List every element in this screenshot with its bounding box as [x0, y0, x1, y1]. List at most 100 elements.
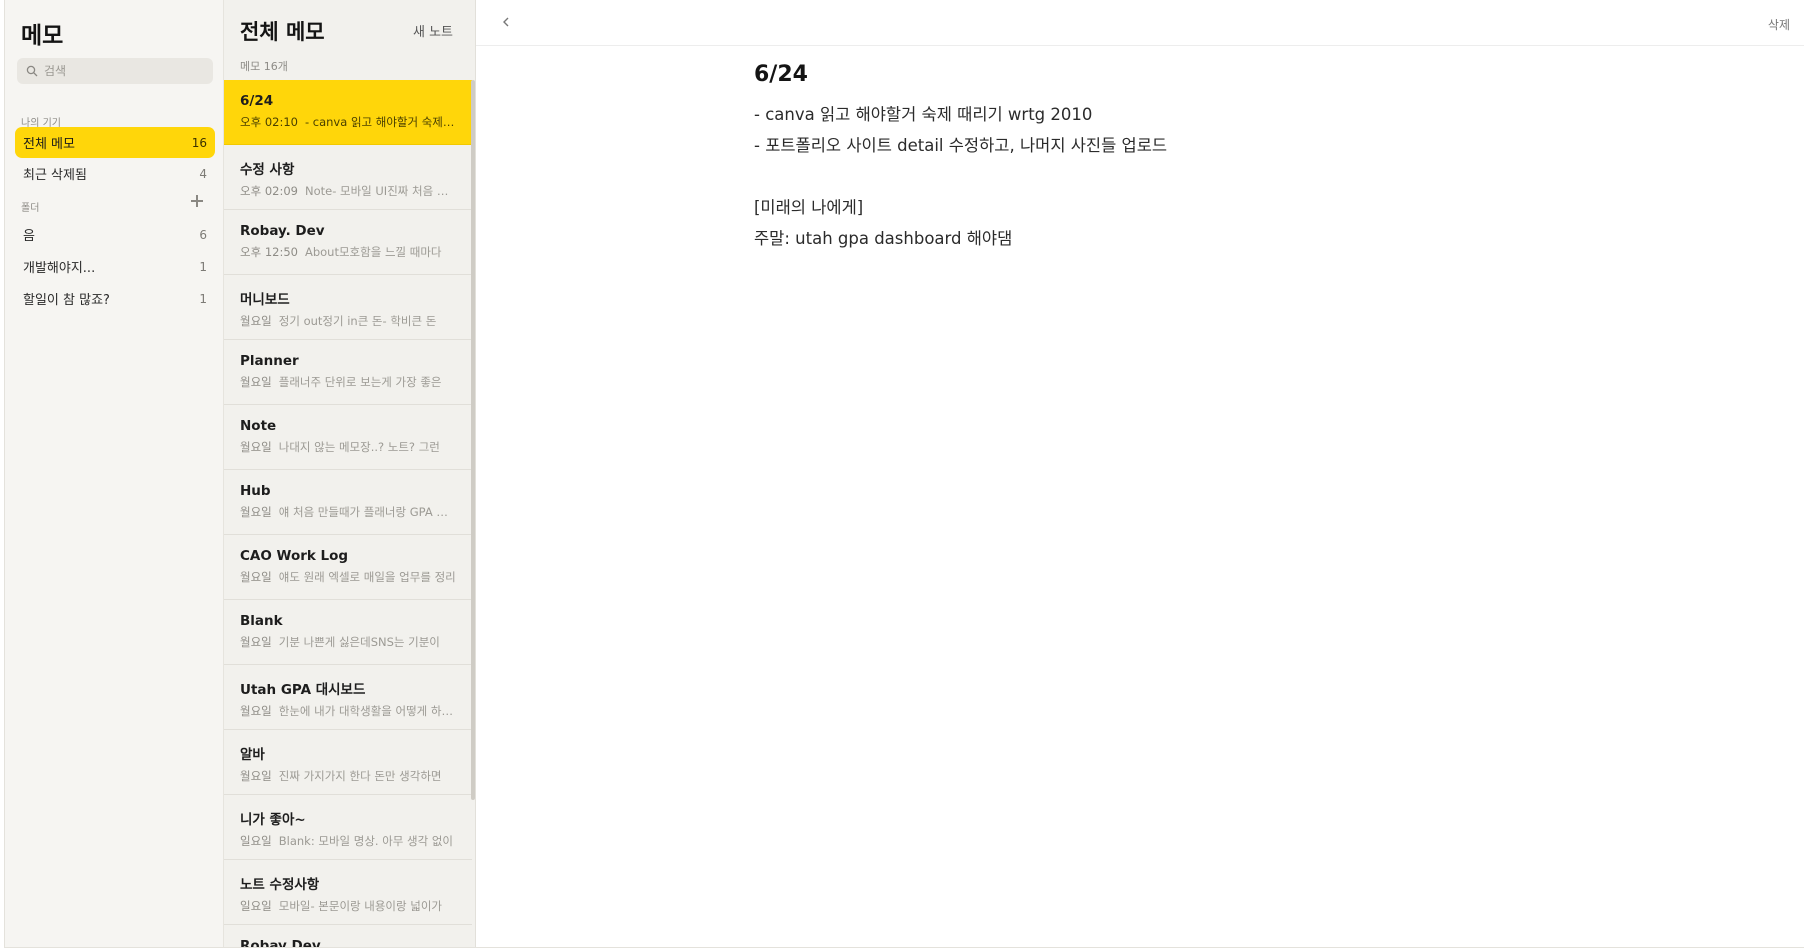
- note-meta: 월요일 진짜 가지가지 한다 돈만 생각하면: [240, 768, 456, 784]
- note-title: Blank: [240, 613, 283, 629]
- note-title: CAO Work Log: [240, 548, 349, 564]
- note-title: Hub: [240, 483, 271, 499]
- folder-count: 6: [199, 227, 207, 242]
- note-list-item[interactable]: 머니보드 월요일 정기 out정기 in큰 돈- 학비큰 돈: [224, 275, 472, 340]
- note-title: 알바: [240, 747, 265, 763]
- note-date: 월요일: [240, 440, 272, 454]
- note-date: 월요일: [240, 505, 272, 519]
- note-date: 월요일: [240, 704, 272, 718]
- sidebar-item-recently-deleted[interactable]: 최근 삭제됨 4: [15, 158, 215, 189]
- note-meta: 월요일 얘도 원래 엑셀로 매일을 업무를 정리: [240, 569, 456, 585]
- note-editor: 삭제 6/24 - canva 읽고 해야할거 숙제 때리기 wrtg 2010…: [476, 0, 1804, 947]
- note-body-line[interactable]: 주말: utah gpa dashboard 해야댐: [754, 223, 1167, 254]
- note-list-title: 전체 메모: [240, 20, 325, 44]
- delete-button[interactable]: 삭제: [1768, 16, 1790, 33]
- note-title: 노트 수정사항: [240, 877, 320, 893]
- sidebar-folder-item[interactable]: 음 6: [15, 219, 215, 250]
- note-title: 6/24: [240, 93, 274, 109]
- note-meta: 일요일 모바일- 본문이랑 내용이랑 넓이가: [240, 898, 456, 914]
- note-body-line[interactable]: [754, 161, 1167, 192]
- note-meta: 월요일 나대지 않는 메모장..? 노트? 그런: [240, 439, 456, 455]
- note-list-item[interactable]: Hub 월요일 얘 처음 만들때가 플래너랑 GPA 대시: [224, 470, 472, 535]
- note-date: 오후 02:10: [240, 115, 298, 129]
- note-preview: 정기 out정기 in큰 돈- 학비큰 돈: [278, 314, 437, 328]
- note-preview: 얘 처음 만들때가 플래너랑 GPA 대시: [278, 505, 456, 519]
- sidebar-title: 메모: [21, 23, 64, 49]
- note-list-item[interactable]: Utah GPA 대시보드 월요일 한눈에 내가 대학생활을 어떻게 하는지: [224, 665, 472, 730]
- back-chevron-icon[interactable]: [498, 14, 514, 30]
- note-list-item[interactable]: Robay. Dev 오후 12:50 About모호함을 느낄 때마다: [224, 210, 472, 275]
- note-meta: 오후 02:09 Note- 모바일 UI진짜 처음 보는: [240, 183, 456, 199]
- note-list-panel: 전체 메모 새 노트 메모 16개 6/24 오후 02:10 - canva 읽…: [224, 0, 476, 947]
- sidebar-item-all-notes[interactable]: 전체 메모 16: [15, 127, 215, 158]
- note-body-line[interactable]: - 포트폴리오 사이트 detail 수정하고, 나머지 사진들 업로드: [754, 130, 1167, 161]
- note-title: Planner: [240, 353, 299, 369]
- search-input[interactable]: [44, 64, 204, 78]
- note-preview: Blank: 모바일 명상. 아무 생각 없이: [278, 834, 454, 848]
- note-title: 니가 좋아~: [240, 812, 306, 828]
- note-preview: - canva 읽고 해야할거 숙제 때리기 wrtg 2010: [304, 115, 456, 129]
- note-meta: 월요일 기분 나쁜게 싫은데SNS는 기분이: [240, 634, 456, 650]
- note-meta: 월요일 한눈에 내가 대학생활을 어떻게 하는지: [240, 703, 456, 719]
- note-list-item[interactable]: 알바 월요일 진짜 가지가지 한다 돈만 생각하면: [224, 730, 472, 795]
- note-list-item[interactable]: 니가 좋아~ 일요일 Blank: 모바일 명상. 아무 생각 없이: [224, 795, 472, 860]
- sidebar-item-count: 4: [199, 166, 207, 181]
- note-title: Robay Dev: [240, 938, 321, 947]
- note-meta: 오후 12:50 About모호함을 느낄 때마다: [240, 244, 456, 260]
- note-list: 6/24 오후 02:10 - canva 읽고 해야할거 숙제 때리기 wrtg…: [224, 80, 472, 947]
- folder-count: 1: [199, 259, 207, 274]
- sidebar: 메모 나의 기기 전체 메모 16 최근 삭제됨 4 폴더 음 6 개발해야지.…: [5, 0, 224, 947]
- note-title: Note: [240, 418, 277, 434]
- note-list-item[interactable]: CAO Work Log 월요일 얘도 원래 엑셀로 매일을 업무를 정리: [224, 535, 472, 600]
- note-title: Utah GPA 대시보드: [240, 682, 366, 698]
- note-preview: 진짜 가지가지 한다 돈만 생각하면: [278, 769, 442, 783]
- note-preview: About모호함을 느낄 때마다: [304, 245, 442, 259]
- note-meta: 일요일 Blank: 모바일 명상. 아무 생각 없이: [240, 833, 456, 849]
- note-count: 메모 16개: [240, 60, 288, 73]
- note-list-item[interactable]: 6/24 오후 02:10 - canva 읽고 해야할거 숙제 때리기 wrtg…: [224, 80, 472, 145]
- note-list-item[interactable]: 노트 수정사항 일요일 모바일- 본문이랑 내용이랑 넓이가: [224, 860, 472, 925]
- note-date: 월요일: [240, 375, 272, 389]
- note-meta: 월요일 얘 처음 만들때가 플래너랑 GPA 대시: [240, 504, 456, 520]
- note-preview: 나대지 않는 메모장..? 노트? 그런: [278, 440, 440, 454]
- sidebar-item-label: 최근 삭제됨: [23, 168, 87, 183]
- note-title: 머니보드: [240, 292, 290, 308]
- note-date: 오후 12:50: [240, 245, 298, 259]
- note-body-line[interactable]: [미래의 나에게]: [754, 192, 1167, 223]
- note-body-line[interactable]: - canva 읽고 해야할거 숙제 때리기 wrtg 2010: [754, 99, 1167, 130]
- note-list-item[interactable]: Planner 월요일 플래너주 단위로 보는게 가장 좋은: [224, 340, 472, 405]
- note-list-item[interactable]: Robay Dev: [224, 925, 472, 947]
- note-preview: 얘도 원래 엑셀로 매일을 업무를 정리: [278, 570, 456, 584]
- sidebar-folder-item[interactable]: 할일이 참 많죠? 1: [15, 283, 215, 314]
- note-heading[interactable]: 6/24: [754, 62, 1167, 87]
- sidebar-item-count: 16: [191, 135, 207, 150]
- note-list-item[interactable]: Blank 월요일 기분 나쁜게 싫은데SNS는 기분이: [224, 600, 472, 665]
- note-date: 월요일: [240, 314, 272, 328]
- note-date: 월요일: [240, 635, 272, 649]
- note-title: 수정 사항: [240, 162, 295, 178]
- note-list-item[interactable]: Note 월요일 나대지 않는 메모장..? 노트? 그런: [224, 405, 472, 470]
- sidebar-folder-item[interactable]: 개발해야지... 1: [15, 251, 215, 282]
- sidebar-item-label: 전체 메모: [23, 137, 75, 152]
- note-meta: 월요일 정기 out정기 in큰 돈- 학비큰 돈: [240, 313, 456, 329]
- section-label-folder: 폴더: [21, 203, 40, 214]
- note-preview: Note- 모바일 UI진짜 처음 보는: [304, 184, 456, 198]
- search-box[interactable]: [17, 58, 213, 84]
- note-list-scrollbar[interactable]: [471, 80, 475, 800]
- note-meta: 오후 02:10 - canva 읽고 해야할거 숙제 때리기 wrtg 2010: [240, 114, 456, 130]
- note-preview: 모바일- 본문이랑 내용이랑 넓이가: [278, 899, 442, 913]
- note-list-item[interactable]: 수정 사항 오후 02:09 Note- 모바일 UI진짜 처음 보는: [224, 145, 472, 210]
- note-preview: 한눈에 내가 대학생활을 어떻게 하는지: [278, 704, 456, 718]
- notes-app: 메모 나의 기기 전체 메모 16 최근 삭제됨 4 폴더 음 6 개발해야지.…: [4, 0, 1804, 948]
- note-content[interactable]: 6/24 - canva 읽고 해야할거 숙제 때리기 wrtg 2010 - …: [754, 62, 1167, 254]
- new-note-button[interactable]: 새 노트: [413, 21, 453, 40]
- add-folder-icon[interactable]: [189, 193, 205, 209]
- note-meta: 월요일 플래너주 단위로 보는게 가장 좋은: [240, 374, 456, 390]
- note-preview: 플래너주 단위로 보는게 가장 좋은: [278, 375, 442, 389]
- note-date: 일요일: [240, 899, 272, 913]
- folder-label: 음: [23, 229, 35, 244]
- note-date: 오후 02:09: [240, 184, 298, 198]
- note-date: 월요일: [240, 769, 272, 783]
- note-preview: 기분 나쁜게 싫은데SNS는 기분이: [278, 635, 440, 649]
- folder-label: 개발해야지...: [23, 261, 96, 276]
